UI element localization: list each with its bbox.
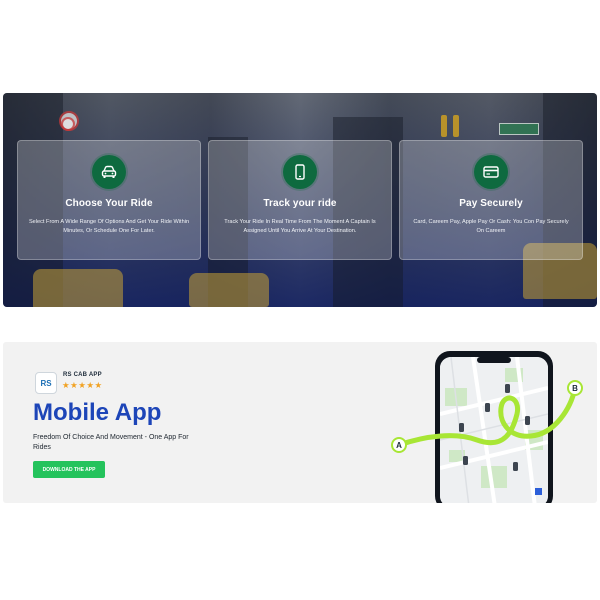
taxi-car-icon: [33, 269, 123, 307]
rating-stars: ★★★★★: [62, 380, 103, 390]
credit-card-icon: [474, 155, 508, 189]
features-section: Choose Your Ride Select From A Wide Rang…: [3, 93, 597, 307]
feature-title: Pay Securely: [459, 198, 523, 209]
feature-card-track-ride: Track your ride Track Your Ride In Real …: [208, 140, 392, 260]
feature-card-pay-securely: Pay Securely Card, Careem Pay, Apple Pay…: [399, 140, 583, 260]
feature-description: Card, Careem Pay, Apple Pay Or Cash: You…: [413, 219, 569, 234]
feature-card-choose-ride: Choose Your Ride Select From A Wide Rang…: [17, 140, 201, 260]
app-logo: RS: [35, 372, 57, 394]
smartphone-icon: [283, 155, 317, 189]
app-name: RS CAB APP: [63, 372, 102, 378]
download-app-button[interactable]: DOWNLOAD THE APP: [33, 461, 105, 478]
street-sign-icon: [499, 123, 539, 135]
car-icon: [92, 155, 126, 189]
mobile-app-section: RS RS CAB APP ★★★★★ Mobile App Freedom O…: [3, 342, 597, 503]
feature-cards: Choose Your Ride Select From A Wide Rang…: [17, 140, 583, 260]
map-screen: [440, 357, 548, 503]
feature-title: Choose Your Ride: [65, 198, 153, 209]
feature-title: Track your ride: [263, 198, 337, 209]
traffic-light-icon: [441, 115, 447, 137]
app-logo-text: RS: [40, 378, 52, 388]
map-point-b-label: B: [572, 384, 578, 393]
traffic-light-icon: [453, 115, 459, 137]
feature-description: Track Your Ride In Real Time From The Mo…: [224, 219, 376, 234]
mobile-app-title: Mobile App: [33, 399, 162, 426]
feature-description: Select From A Wide Range Of Options And …: [28, 219, 190, 234]
taxi-car-icon: [189, 273, 269, 307]
mobile-app-subtitle: Freedom Of Choice And Movement - One App…: [33, 434, 189, 451]
road-sign-icon: [61, 117, 75, 131]
phone-map-illustration: A B: [391, 351, 583, 503]
map-point-a-label: A: [396, 441, 402, 450]
